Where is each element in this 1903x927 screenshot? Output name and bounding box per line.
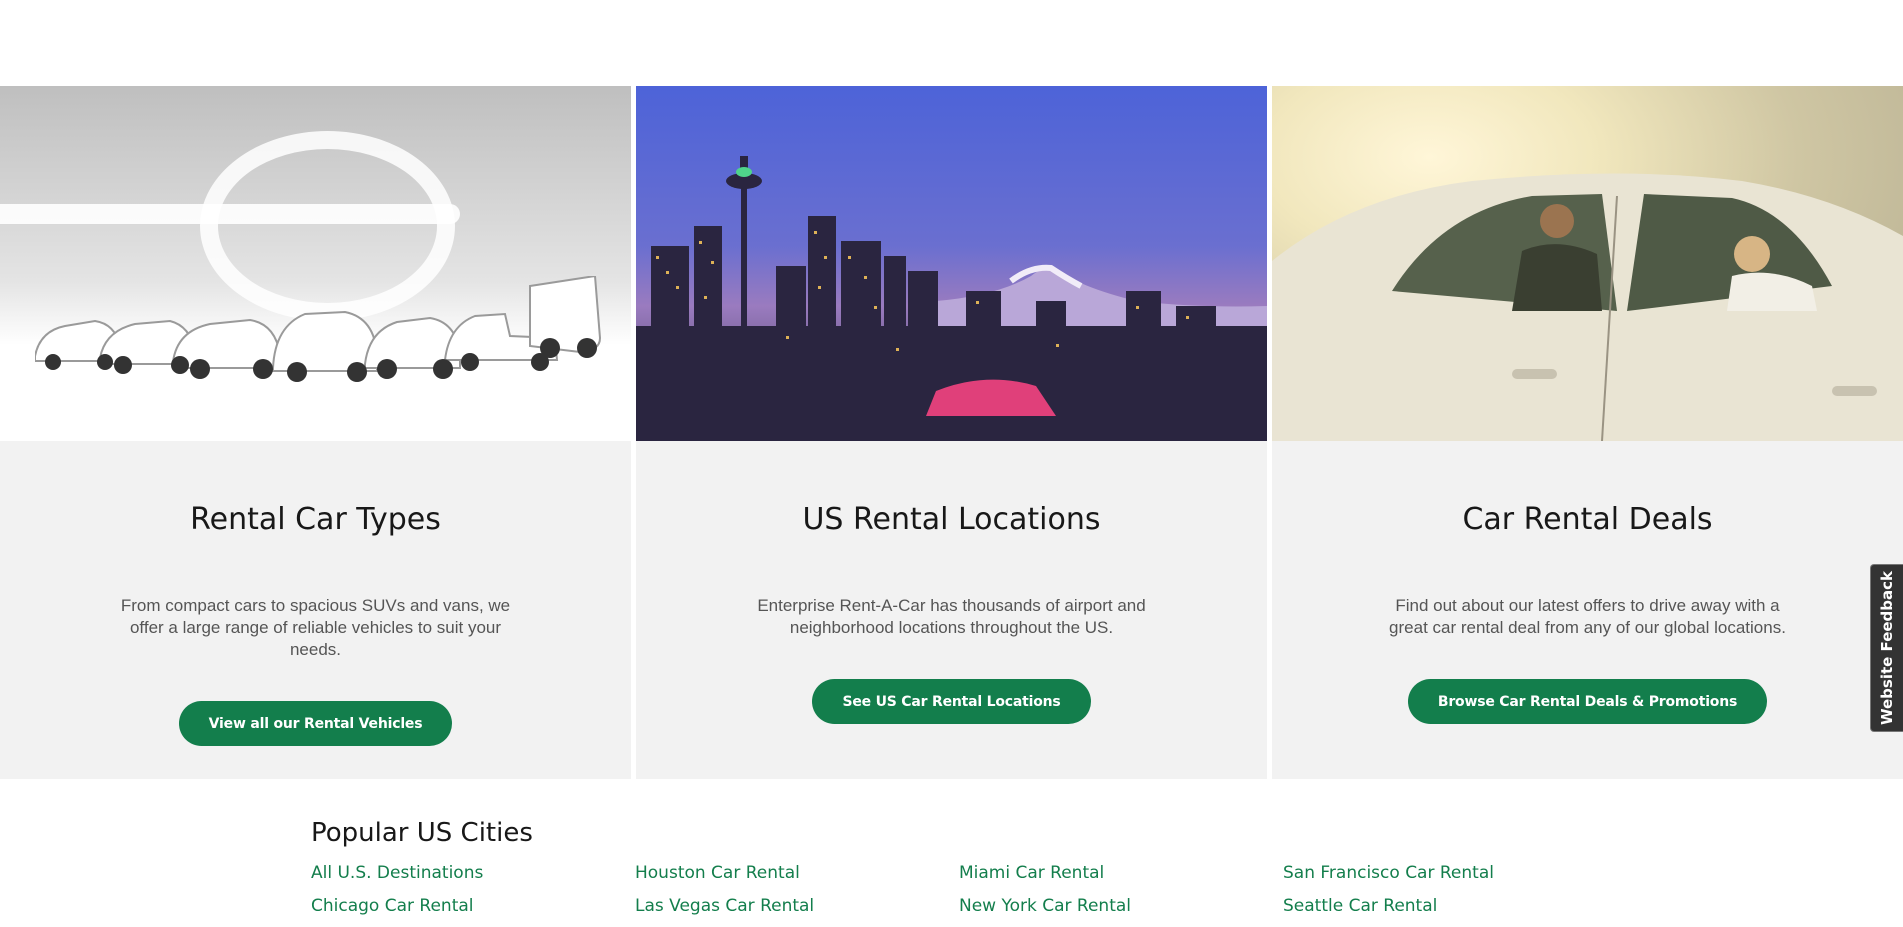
city-link-new-york[interactable]: New York Car Rental — [959, 895, 1283, 918]
card-us-rental-locations: US Rental Locations Enterprise Rent-A-Ca… — [636, 86, 1267, 779]
card-title: US Rental Locations — [802, 502, 1101, 537]
card-description: Find out about our latest offers to driv… — [1389, 596, 1786, 637]
card-title: Car Rental Deals — [1462, 502, 1713, 537]
car-with-passengers-icon — [1272, 173, 1903, 441]
card-description: Enterprise Rent-A-Car has thousands of a… — [757, 596, 1146, 637]
city-link-las-vegas[interactable]: Las Vegas Car Rental — [635, 895, 959, 918]
vehicles-lineup-icon — [35, 276, 602, 382]
city-link-miami[interactable]: Miami Car Rental — [959, 862, 1283, 885]
see-us-locations-button[interactable]: See US Car Rental Locations — [812, 679, 1091, 724]
people-in-car-image — [1272, 86, 1903, 441]
rental-fleet-image — [0, 86, 631, 441]
view-rental-vehicles-button[interactable]: View all our Rental Vehicles — [178, 701, 453, 746]
popular-cities-title: Popular US Cities — [311, 818, 533, 848]
card-car-rental-deals: Car Rental Deals Find out about our late… — [1272, 86, 1903, 779]
city-link-seattle[interactable]: Seattle Car Rental — [1283, 895, 1607, 918]
seattle-skyline-image — [636, 86, 1267, 441]
city-link-houston[interactable]: Houston Car Rental — [635, 862, 959, 885]
city-link-san-francisco[interactable]: San Francisco Car Rental — [1283, 862, 1607, 885]
city-link-all-us-destinations[interactable]: All U.S. Destinations — [311, 862, 635, 885]
website-feedback-tab[interactable]: Website Feedback — [1870, 564, 1903, 732]
feature-cards: Rental Car Types From compact cars to sp… — [0, 86, 1903, 779]
website-feedback-label: Website Feedback — [1878, 570, 1897, 726]
popular-cities-section: Popular US Cities All U.S. Destinations … — [311, 818, 1631, 918]
browse-deals-button[interactable]: Browse Car Rental Deals & Promotions — [1407, 679, 1768, 724]
card-description: From compact cars to spacious SUVs and v… — [120, 596, 511, 659]
city-skyline-icon — [636, 156, 1267, 441]
cities-link-grid: All U.S. Destinations Houston Car Rental… — [311, 862, 1631, 918]
card-rental-car-types: Rental Car Types From compact cars to sp… — [0, 86, 631, 779]
card-title: Rental Car Types — [190, 502, 441, 537]
city-link-chicago[interactable]: Chicago Car Rental — [311, 895, 635, 918]
